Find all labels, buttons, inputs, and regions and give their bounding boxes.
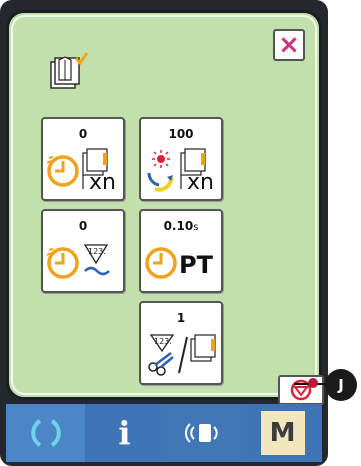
tile-value: 0: [78, 127, 88, 141]
thread-cut-shirt-icon: 123.: [148, 334, 216, 376]
reset-shirt-xn-icon: xn: [147, 148, 214, 195]
clock-thread-counter-icon: 123.: [46, 244, 110, 279]
mode-icon: M: [269, 418, 296, 448]
counter-123-label: 123.: [154, 337, 172, 346]
pt-label: PT: [179, 251, 214, 279]
counter-shirt-check-icon: [50, 52, 89, 89]
count-reset-times-n-tile[interactable]: 100 xn: [139, 117, 223, 201]
clock-shirt-xn-icon: xn: [46, 148, 116, 195]
info-icon: i: [118, 414, 131, 452]
mode-button[interactable]: M: [243, 404, 322, 462]
callout-dot: [308, 378, 318, 388]
pause-time-value: 0.10: [163, 219, 194, 233]
callout-label-j: J: [325, 369, 357, 401]
tile-value: 1: [176, 311, 186, 325]
xn-label: xn: [187, 170, 214, 195]
screen-panel: × 0 xn 100 xn 0 123. 0.10s PT 1 123.: [11, 15, 324, 405]
close-icon: ×: [278, 30, 300, 60]
communication-button[interactable]: [164, 404, 243, 462]
taskbar: i M: [6, 404, 322, 462]
communication-icon: [184, 423, 218, 443]
count-times-n-tile[interactable]: 0 xn: [41, 117, 125, 201]
ready-button[interactable]: [6, 404, 85, 462]
info-button[interactable]: i: [85, 404, 164, 462]
ready-icon: [30, 419, 61, 447]
counter-123-label: 123.: [88, 247, 106, 256]
device-frame: × 0 xn 100 xn 0 123. 0.10s PT 1 123. i M: [0, 0, 328, 466]
thread-cut-counter-tile[interactable]: 1 123.: [139, 301, 223, 385]
close-button[interactable]: ×: [273, 29, 305, 61]
mode-button-face: M: [260, 411, 305, 455]
xn-label: xn: [89, 170, 116, 195]
tile-value: 0: [78, 219, 88, 233]
pause-time-tile[interactable]: 0.10s PT: [139, 209, 223, 293]
tile-value: 100: [168, 127, 194, 141]
pause-time-unit: s: [193, 222, 199, 233]
tile-value: 0.10s: [141, 219, 221, 233]
thread-counter-tile[interactable]: 0 123.: [41, 209, 125, 293]
clock-pt-icon: PT: [145, 247, 214, 279]
counter-setting-screen: × 0 xn 100 xn 0 123. 0.10s PT 1 123.: [6, 10, 324, 405]
